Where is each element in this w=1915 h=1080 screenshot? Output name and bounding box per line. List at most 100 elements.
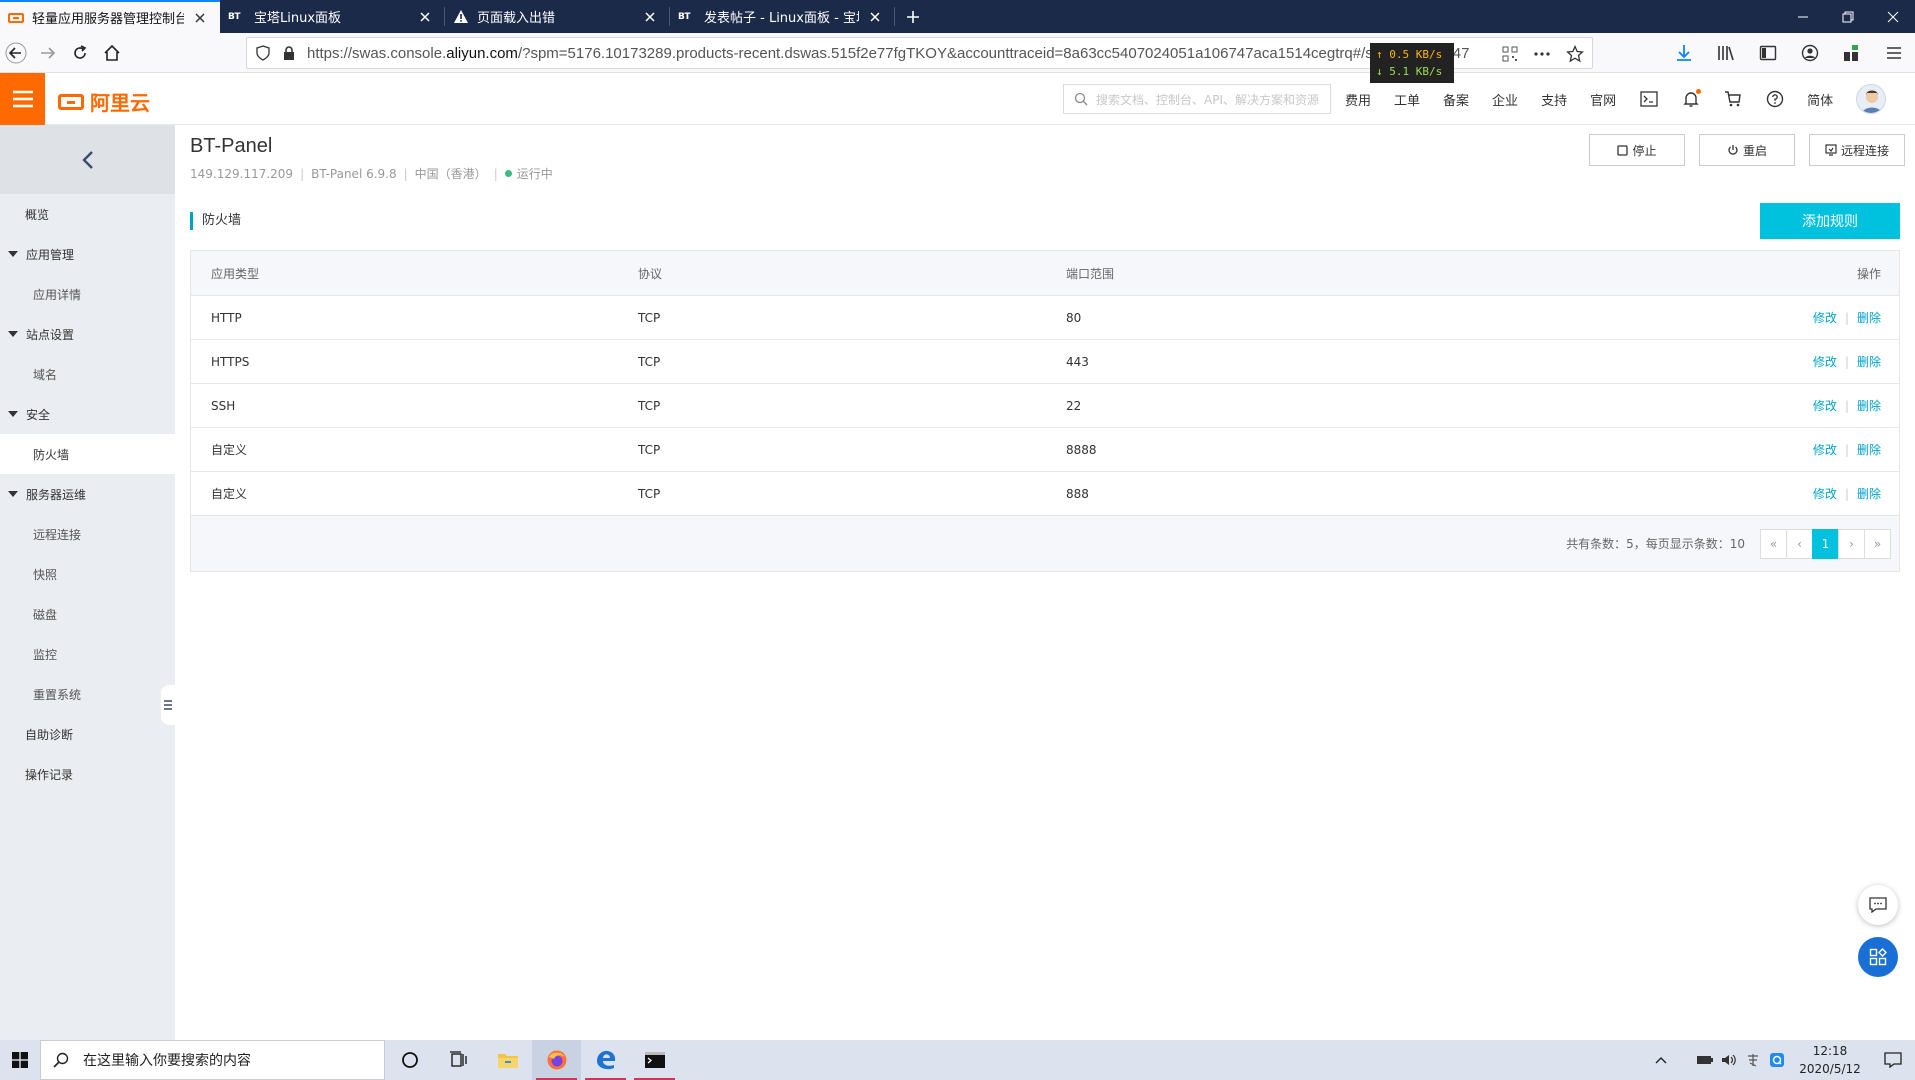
terminal-button[interactable] (1639, 89, 1659, 109)
library-icon (1718, 46, 1734, 61)
taskbar-file-explorer[interactable] (483, 1040, 532, 1080)
help-button[interactable] (1765, 89, 1785, 109)
system-clock[interactable]: 12:18 2020/5/12 (1789, 1042, 1871, 1078)
home-button[interactable] (96, 37, 128, 69)
notification-button[interactable] (1681, 89, 1702, 109)
download-button[interactable] (1663, 37, 1705, 69)
sidebar-group-app-management[interactable]: 应用管理 (0, 234, 175, 274)
sidebar-toggle-button[interactable] (1747, 37, 1789, 69)
feedback-button[interactable] (1858, 885, 1898, 925)
bookmark-star-icon[interactable] (1566, 45, 1584, 63)
new-tab-button[interactable] (895, 0, 931, 33)
page-number-button[interactable]: 1 (1812, 528, 1839, 559)
delete-link[interactable]: 删除 (1857, 487, 1881, 501)
action-center-button[interactable] (1871, 1040, 1915, 1080)
sidebar-item-operation-log[interactable]: 操作记录 (0, 754, 175, 794)
sidebar-item-overview[interactable]: 概览 (0, 194, 175, 234)
taskbar-edge[interactable] (581, 1040, 630, 1080)
edit-link[interactable]: 修改 (1813, 443, 1837, 457)
sidebar-item-monitor[interactable]: 监控 (0, 634, 175, 674)
next-page-button[interactable]: › (1838, 528, 1865, 559)
ime-button[interactable] (1741, 1040, 1765, 1080)
close-window-button[interactable] (1870, 0, 1915, 33)
url-prefix: https://swas.console. (307, 44, 447, 62)
top-link-billing[interactable]: 费用 (1345, 90, 1371, 109)
close-icon[interactable] (867, 9, 883, 25)
forward-button[interactable] (32, 37, 64, 69)
quick-tools-button[interactable] (1858, 937, 1898, 977)
stop-button[interactable]: 停止 (1589, 134, 1685, 166)
add-rule-button[interactable]: 添加规则 (1760, 203, 1900, 239)
close-icon[interactable] (417, 9, 433, 25)
delete-link[interactable]: 删除 (1857, 311, 1881, 325)
cortana-button[interactable] (385, 1040, 434, 1080)
more-icon[interactable] (1532, 46, 1552, 62)
sidebar-group-security[interactable]: 安全 (0, 394, 175, 434)
taskbar-firefox[interactable] (532, 1040, 581, 1080)
browser-tab[interactable]: 轻量应用服务器管理控制台 (0, 0, 220, 33)
console-menu-button[interactable] (0, 73, 45, 125)
qq-button[interactable] (1765, 1040, 1789, 1080)
sidebar-item-reset-system[interactable]: 重置系统 (0, 674, 175, 714)
sidebar-back-button[interactable] (0, 125, 175, 194)
edit-link[interactable]: 修改 (1813, 311, 1837, 325)
battery-button[interactable] (1693, 1040, 1717, 1080)
prev-page-button[interactable]: ‹ (1786, 528, 1813, 559)
sidebar-item-disk[interactable]: 磁盘 (0, 594, 175, 634)
top-link-website[interactable]: 官网 (1590, 90, 1616, 109)
cart-button[interactable] (1723, 89, 1743, 109)
browser-toolbar-right (1663, 37, 1915, 69)
first-page-button[interactable]: « (1760, 528, 1787, 559)
delete-link[interactable]: 删除 (1857, 443, 1881, 457)
library-button[interactable] (1705, 37, 1747, 69)
top-link-icp[interactable]: 备案 (1443, 90, 1469, 109)
volume-button[interactable] (1717, 1040, 1741, 1080)
sidebar-group-site-settings[interactable]: 站点设置 (0, 314, 175, 354)
language-switch[interactable]: 简体 (1807, 90, 1833, 109)
extensions-button[interactable] (1831, 37, 1873, 69)
sidebar-collapse-handle[interactable] (161, 685, 175, 725)
qr-code-icon[interactable] (1502, 46, 1518, 62)
sidebar-item-domain[interactable]: 域名 (0, 354, 175, 394)
sidebar-item-self-diagnosis[interactable]: 自助诊断 (0, 714, 175, 754)
table-row: 自定义 TCP 888 修改 | 删除 (191, 471, 1899, 515)
restart-button[interactable]: 重启 (1699, 134, 1795, 166)
browser-tab[interactable]: BT 发表帖子 - Linux面板 - 宝塔面 (670, 0, 895, 33)
avatar[interactable] (1856, 84, 1887, 114)
minimize-button[interactable] (1780, 0, 1825, 33)
sidebar-item-snapshot[interactable]: 快照 (0, 554, 175, 594)
sidebar-item-app-details[interactable]: 应用详情 (0, 274, 175, 314)
sidebar-item-remote-connect[interactable]: 远程连接 (0, 514, 175, 554)
taskbar-search-input[interactable]: 在这里输入你要搜索的内容 (40, 1040, 385, 1080)
edit-link[interactable]: 修改 (1813, 487, 1837, 501)
sidebar-item-label: 应用详情 (33, 287, 82, 302)
restore-button[interactable] (1825, 0, 1870, 33)
sidebar-group-server-ops[interactable]: 服务器运维 (0, 474, 175, 514)
start-button[interactable] (0, 1040, 40, 1080)
delete-link[interactable]: 删除 (1857, 399, 1881, 413)
account-button[interactable] (1789, 37, 1831, 69)
reload-button[interactable] (64, 37, 96, 69)
browser-tab[interactable]: 页面载入出错 (445, 0, 670, 33)
task-view-button[interactable] (434, 1040, 483, 1080)
app-tray-icon (1770, 1053, 1784, 1067)
close-icon[interactable] (642, 9, 658, 25)
top-link-support[interactable]: 支持 (1541, 90, 1567, 109)
close-icon[interactable] (192, 10, 208, 26)
menu-button[interactable] (1873, 37, 1915, 69)
delete-link[interactable]: 删除 (1857, 355, 1881, 369)
top-link-ticket[interactable]: 工单 (1394, 90, 1420, 109)
edit-link[interactable]: 修改 (1813, 355, 1837, 369)
sidebar-item-firewall[interactable]: 防火墙 (0, 434, 175, 474)
edit-link[interactable]: 修改 (1813, 399, 1837, 413)
aliyun-logo[interactable]: 阿里云 (58, 87, 150, 116)
console-search-input[interactable]: 搜索文档、控制台、API、解决方案和资源 (1063, 84, 1331, 114)
taskbar-terminal[interactable] (630, 1040, 679, 1080)
top-link-enterprise[interactable]: 企业 (1492, 90, 1518, 109)
back-button[interactable] (0, 37, 32, 69)
show-hidden-icons-button[interactable] (1649, 1040, 1673, 1080)
browser-tab[interactable]: BT 宝塔Linux面板 (220, 0, 445, 33)
remote-connect-button[interactable]: 远程连接 (1809, 134, 1905, 166)
last-page-button[interactable]: » (1864, 528, 1891, 559)
terminal-icon (644, 1052, 665, 1068)
